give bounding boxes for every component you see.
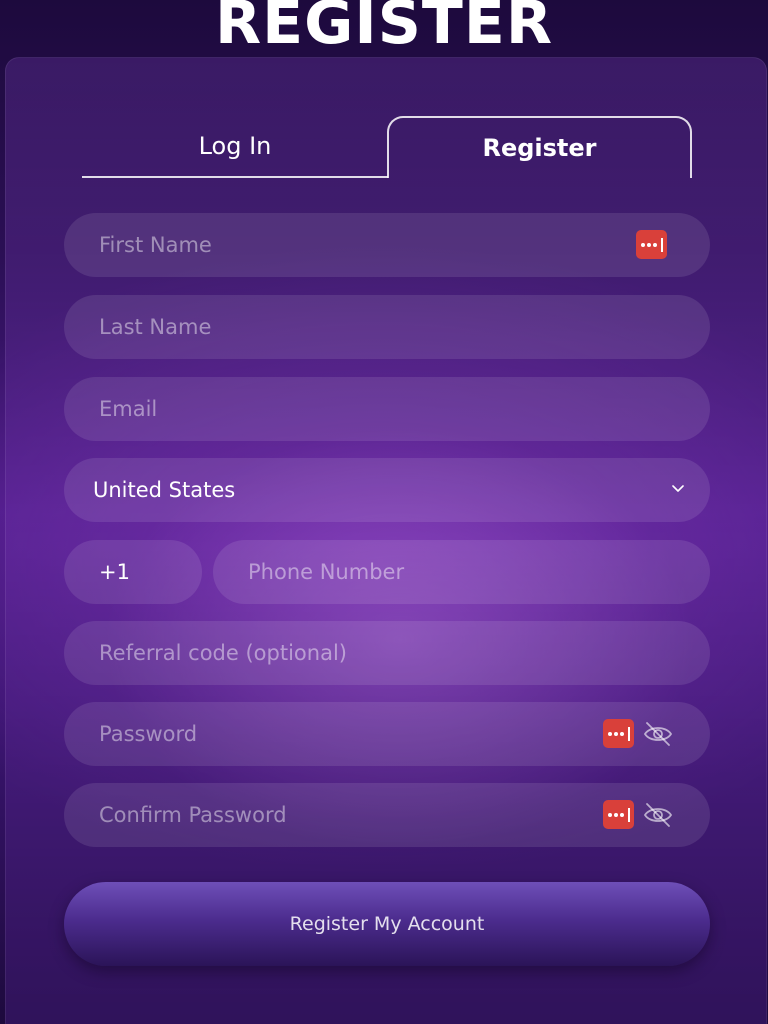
eye-slash-icon[interactable]: [642, 800, 674, 830]
auth-tabs: Log In Register: [82, 116, 692, 178]
first-name-placeholder: First Name: [99, 233, 212, 257]
tab-register[interactable]: Register: [387, 116, 692, 178]
confirm-password-field[interactable]: Confirm Password: [64, 783, 710, 847]
last-name-field[interactable]: Last Name: [64, 295, 710, 359]
confirm-password-placeholder: Confirm Password: [99, 803, 287, 827]
email-field[interactable]: Email: [64, 377, 710, 441]
password-placeholder: Password: [99, 722, 198, 746]
phone-number-field[interactable]: Phone Number: [213, 540, 710, 604]
password-manager-icon[interactable]: [603, 719, 634, 748]
password-field[interactable]: Password: [64, 702, 710, 766]
tab-login[interactable]: Log In: [82, 116, 388, 178]
referral-code-placeholder: Referral code (optional): [99, 641, 347, 665]
first-name-field[interactable]: First Name: [64, 213, 710, 277]
register-account-button[interactable]: Register My Account: [64, 882, 710, 966]
phone-code-value: +1: [99, 560, 130, 584]
password-manager-icon[interactable]: [603, 800, 634, 829]
country-select[interactable]: United States: [64, 458, 710, 522]
last-name-placeholder: Last Name: [99, 315, 212, 339]
email-placeholder: Email: [99, 397, 158, 421]
phone-code-select[interactable]: +1: [64, 540, 202, 604]
eye-slash-icon[interactable]: [642, 719, 674, 749]
chevron-down-icon: [672, 485, 684, 492]
password-manager-icon[interactable]: [636, 230, 667, 259]
phone-number-placeholder: Phone Number: [248, 560, 405, 584]
country-value: United States: [93, 478, 236, 502]
referral-code-field[interactable]: Referral code (optional): [64, 621, 710, 685]
page-title: REGISTER: [214, 0, 554, 58]
